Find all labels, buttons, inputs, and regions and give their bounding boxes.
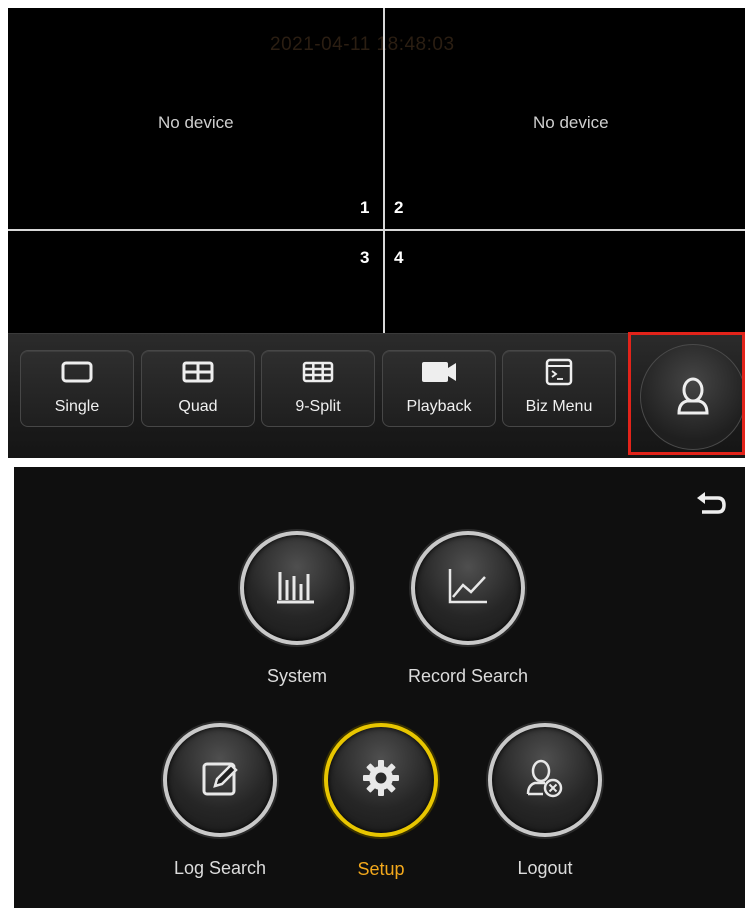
camera-icon (383, 359, 495, 385)
setup-label: Setup (357, 859, 405, 879)
timestamp: 2021-04-11 18:48:03 (270, 34, 455, 55)
quad-view-icon (142, 359, 254, 385)
channel-2-status: No device (533, 113, 609, 132)
playback-label: Playback (406, 398, 472, 415)
single-view-label: Single (54, 398, 100, 415)
line-chart-icon (445, 566, 491, 611)
biz-menu-button[interactable]: Biz Menu (502, 350, 616, 427)
channel-1-status: No device (158, 113, 234, 132)
biz-menu-label: Biz Menu (525, 398, 593, 415)
bar-chart-icon (274, 566, 320, 611)
system-label: System (266, 666, 327, 686)
live-view-panel: 2021-04-11 18:48:03 No device No device … (8, 8, 745, 458)
nine-split-button[interactable]: 9-Split (261, 350, 375, 427)
nine-split-label: 9-Split (295, 398, 341, 415)
main-menu-panel: System Record Search Log Search Setup Lo… (14, 467, 745, 908)
quad-view-label: Quad (178, 398, 218, 415)
channel-2-number: 2 (394, 198, 404, 217)
edit-icon (198, 756, 242, 805)
channel-4-number: 4 (394, 248, 404, 267)
channel-1-number: 1 (360, 198, 370, 217)
logout-label: Logout (517, 858, 573, 878)
record-search-label: Record Search (407, 666, 529, 686)
log-search-button[interactable] (163, 723, 277, 837)
quad-view-button[interactable]: Quad (141, 350, 255, 427)
single-view-button[interactable]: Single (20, 350, 134, 427)
log-search-label: Log Search (173, 858, 267, 878)
logout-button[interactable] (488, 723, 602, 837)
nine-split-icon (262, 359, 374, 385)
setup-button[interactable] (324, 723, 438, 837)
playback-button[interactable]: Playback (382, 350, 496, 427)
single-view-icon (21, 359, 133, 385)
gear-icon (360, 757, 402, 804)
highlight-box (628, 332, 745, 455)
system-button[interactable] (240, 531, 354, 645)
logout-user-icon (523, 756, 567, 805)
back-button[interactable] (694, 489, 728, 519)
terminal-icon (503, 358, 615, 386)
split-divider-vertical (383, 8, 385, 333)
channel-3-number: 3 (360, 248, 370, 267)
back-arrow-icon (694, 492, 728, 523)
record-search-button[interactable] (411, 531, 525, 645)
split-divider-horizontal (8, 229, 745, 231)
